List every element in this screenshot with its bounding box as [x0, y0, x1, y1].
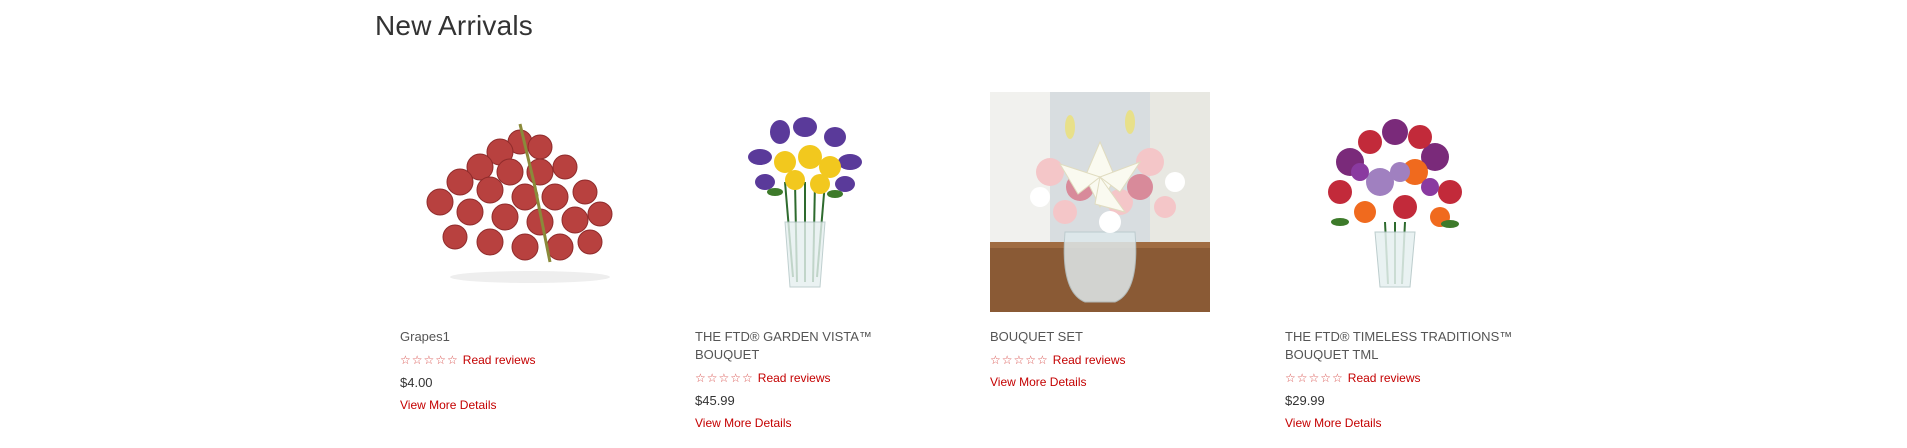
product-rating: ☆☆☆☆☆ Read reviews: [990, 353, 1240, 367]
read-reviews-link[interactable]: Read reviews: [1053, 353, 1126, 367]
product-card: Grapes1 ☆☆☆☆☆ Read reviews $4.00 View Mo…: [400, 92, 650, 414]
product-name[interactable]: BOUQUET SET: [990, 328, 1230, 346]
view-details-link[interactable]: View More Details: [990, 375, 1086, 389]
read-reviews-link[interactable]: Read reviews: [758, 371, 831, 385]
product-price: $45.99: [695, 393, 735, 408]
star-rating-icon: ☆☆☆☆☆: [400, 353, 459, 367]
product-name[interactable]: THE FTD® TIMELESS TRADITIONS™ BOUQUET TM…: [1285, 328, 1515, 364]
product-card: BOUQUET SET ☆☆☆☆☆ Read reviews View More…: [990, 92, 1240, 391]
product-image[interactable]: [1285, 92, 1505, 312]
product-card: THE FTD® GARDEN VISTA™ BOUQUET ☆☆☆☆☆ Rea…: [695, 92, 945, 432]
grapes-image: [426, 123, 613, 283]
product-image[interactable]: [695, 92, 915, 312]
rose-bouquet-image: [1328, 119, 1462, 288]
read-reviews-link[interactable]: Read reviews: [463, 353, 536, 367]
product-image[interactable]: [990, 92, 1210, 312]
iris-bouquet-image: [748, 117, 862, 288]
product-image[interactable]: [400, 92, 620, 312]
section-title: New Arrivals: [375, 10, 533, 41]
product-price: $29.99: [1285, 393, 1325, 408]
view-details-link[interactable]: View More Details: [695, 416, 791, 430]
lily-bouquet-image: [990, 92, 1210, 312]
product-card: THE FTD® TIMELESS TRADITIONS™ BOUQUET TM…: [1285, 92, 1535, 432]
product-rating: ☆☆☆☆☆ Read reviews: [695, 371, 945, 385]
product-price: $4.00: [400, 375, 433, 390]
product-rating: ☆☆☆☆☆ Read reviews: [1285, 371, 1535, 385]
product-name[interactable]: THE FTD® GARDEN VISTA™ BOUQUET: [695, 328, 935, 364]
star-rating-icon: ☆☆☆☆☆: [695, 371, 754, 385]
star-rating-icon: ☆☆☆☆☆: [990, 353, 1049, 367]
product-rating: ☆☆☆☆☆ Read reviews: [400, 353, 650, 367]
product-name[interactable]: Grapes1: [400, 328, 640, 346]
star-rating-icon: ☆☆☆☆☆: [1285, 371, 1344, 385]
read-reviews-link[interactable]: Read reviews: [1348, 371, 1421, 385]
view-details-link[interactable]: View More Details: [1285, 416, 1381, 430]
view-details-link[interactable]: View More Details: [400, 398, 496, 412]
